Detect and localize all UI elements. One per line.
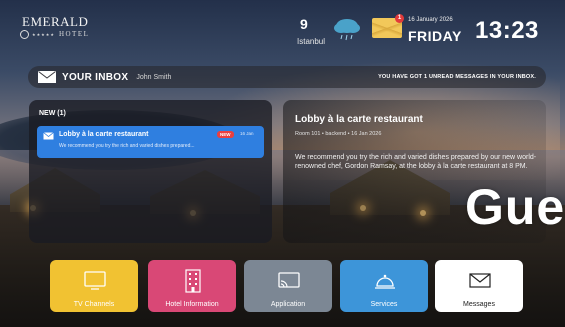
list-item-title: Lobby à la carte restaurant (59, 131, 149, 138)
list-item-date: 16 Jan (240, 131, 254, 136)
weather-temperature: 9 (300, 16, 308, 32)
tile-application[interactable]: Application (244, 260, 332, 312)
cast-icon (278, 272, 300, 288)
logo-stars: ★★★★★ (32, 31, 55, 37)
inbox-title: YOUR INBOX (62, 71, 129, 83)
envelope-icon (38, 71, 56, 83)
tile-label: Hotel Information (165, 301, 219, 308)
top-header: EMERALD ★★★★★ HOTEL 9 Istanbul 1 16 Janu… (0, 0, 565, 58)
tile-label: Application (270, 301, 306, 308)
list-item[interactable]: Lobby à la carte restaurant We recommend… (37, 126, 264, 158)
tile-label: Services (370, 301, 398, 308)
tile-tv-channels[interactable]: TV Channels (50, 260, 138, 312)
detail-meta: Room 101 • backend • 16 Jan 2026 (295, 131, 382, 137)
weather-city: Istanbul (297, 37, 326, 46)
tile-label: Messages (463, 301, 495, 308)
tile-services[interactable]: Services (340, 260, 428, 312)
service-bell-icon (375, 274, 395, 289)
date-day: FRIDAY (408, 28, 462, 44)
overlay-text: Gue (465, 179, 565, 235)
detail-title: Lobby à la carte restaurant (295, 114, 423, 125)
rain-cloud-icon (334, 19, 360, 41)
list-header: NEW (1) (39, 110, 66, 117)
tv-icon (84, 271, 106, 290)
logo-brand: EMERALD (22, 14, 89, 29)
tile-messages[interactable]: Messages (435, 260, 523, 312)
tile-label: TV Channels (73, 301, 115, 308)
logo-emblem-icon (20, 30, 29, 39)
logo-subline: ★★★★★ HOTEL (32, 30, 89, 38)
tile-hotel-information[interactable]: Hotel Information (148, 260, 236, 312)
envelope-icon (469, 273, 491, 288)
message-list-panel: NEW (1) Lobby à la carte restaurant We r… (29, 100, 272, 243)
building-icon (185, 269, 201, 293)
envelope-icon (43, 132, 54, 140)
detail-body: We recommend you try the rich and varied… (295, 154, 537, 170)
list-item-preview: We recommend you try the rich and varied… (59, 143, 195, 149)
date-full: 16 January 2026 (408, 17, 453, 23)
clock: 13:23 (475, 17, 539, 44)
inbox-status: YOU HAVE GOT 1 UNREAD MESSAGES IN YOUR I… (378, 74, 536, 80)
inbox-bar: YOUR INBOX John Smith YOU HAVE GOT 1 UNR… (28, 66, 546, 88)
unread-badge: 1 (395, 14, 404, 23)
bottom-menu: TV Channels Hotel Information Applicatio… (50, 260, 525, 312)
hotel-logo: EMERALD ★★★★★ HOTEL (20, 14, 89, 39)
logo-sub: HOTEL (58, 30, 90, 38)
new-badge: NEW (217, 131, 234, 138)
inbox-user: John Smith (136, 73, 172, 81)
